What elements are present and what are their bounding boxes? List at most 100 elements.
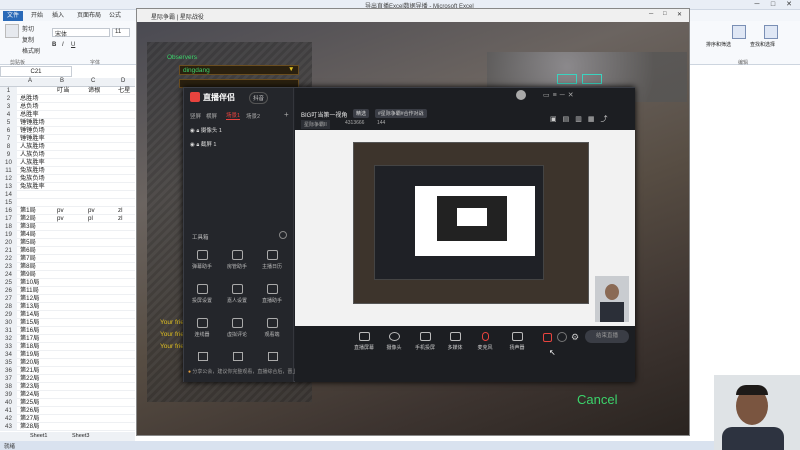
table-cell[interactable]: 第27局 [20,415,39,423]
row-number[interactable]: 14 [0,191,17,199]
table-cell[interactable]: 第3局 [20,223,36,231]
find-select-icon[interactable] [764,25,778,39]
row-number[interactable]: 31 [0,327,17,335]
table-cell[interactable]: 锤锤负场 [20,127,45,135]
table-cell[interactable]: 第5局 [20,239,36,247]
table-cell[interactable]: 七星 [118,87,130,95]
row-number[interactable]: 17 [0,215,17,223]
record-icon[interactable] [543,333,552,342]
row-number[interactable]: 30 [0,319,17,327]
table-cell[interactable]: zl [118,207,122,215]
tab-file[interactable]: 文件 [3,11,24,21]
copy-button[interactable]: 复制 [22,35,34,44]
title-badge[interactable]: 精选 [353,109,370,118]
table-cell[interactable]: 第7局 [20,255,36,263]
find-select-button[interactable]: 查找和选择 [750,41,775,48]
format-painter-button[interactable]: 格式刷 [22,46,40,55]
column-header[interactable]: B [60,78,64,84]
row-number[interactable]: 8 [0,143,17,151]
row-number[interactable]: 12 [0,175,17,183]
source-item[interactable]: ◉ 🔒︎ 摄像头 1 [190,126,222,135]
table-cell[interactable]: 兔族负场 [20,175,45,183]
table-cell[interactable]: 第19局 [20,351,39,359]
table-cell[interactable]: 第23局 [20,383,39,391]
row-number[interactable]: 19 [0,231,17,239]
lock-icon[interactable]: ▤ [563,116,576,123]
row-number[interactable]: 35 [0,359,17,367]
observer-dropdown[interactable]: dingdang ▼ [179,65,299,75]
row-number[interactable]: 5 [0,119,17,127]
lock-icon[interactable]: 🔒︎ [196,128,199,134]
worksheet[interactable]: 1 叮当 谛根 七星 2 总胜场 3 总负场 4 总胜率 5 锤锤胜场 6 锤锤负场 7 锤锤胜率 8 人族胜场 9… [0,87,135,432]
tool-virtual-comment[interactable]: 虚拟评论 [222,318,252,338]
table-cell[interactable]: 第2局 [20,215,36,223]
minimize-icon[interactable]: ─ [560,92,568,99]
row-number[interactable]: 21 [0,247,17,255]
add-scene-icon[interactable]: + [284,110,289,119]
row-number[interactable]: 15 [0,199,17,207]
row-number[interactable]: 9 [0,151,17,159]
row-number[interactable]: 41 [0,407,17,415]
row-number[interactable]: 2 [0,95,17,103]
bold-button[interactable]: B [52,42,56,48]
row-number[interactable]: 34 [0,351,17,359]
end-live-button[interactable]: 结束直播 [585,330,629,343]
tab-formulas[interactable]: 公式 [105,11,125,21]
table-cell[interactable]: 总胜率 [20,111,39,119]
share-icon[interactable]: ⤴ [601,116,614,123]
table-cell[interactable]: 锤锤胜场 [20,119,45,127]
row-number[interactable]: 18 [0,223,17,231]
table-cell[interactable]: 第4局 [20,231,36,239]
avatar[interactable] [516,90,526,100]
tool-cast[interactable]: 投屏设置 [187,284,217,304]
eye-icon[interactable]: ◉ [190,142,195,148]
table-cell[interactable]: 第21局 [20,367,39,375]
row-number[interactable]: 23 [0,263,17,271]
row-number[interactable]: 10 [0,159,17,167]
row-number[interactable]: 38 [0,383,17,391]
row-number[interactable]: 13 [0,183,17,191]
row-number[interactable]: 27 [0,295,17,303]
sheet-tab-3[interactable]: Sheet3 [72,433,89,439]
row-number[interactable]: 25 [0,279,17,287]
menu-icon[interactable]: ≡ [553,92,560,99]
table-cell[interactable]: 第16局 [20,327,39,335]
close-icon[interactable]: ✕ [677,11,682,18]
collapse-icon[interactable] [279,231,287,239]
table-cell[interactable]: zl [118,215,122,223]
font-name-select[interactable]: 宋体 [52,28,110,38]
lock-icon[interactable]: 🔒︎ [196,142,199,148]
table-cell[interactable]: 谛根 [88,87,100,95]
tool-live-helper[interactable]: 直播助手 [257,284,287,304]
row-number[interactable]: 20 [0,239,17,247]
topic-tag[interactable]: #星际争霸#合作对战 [375,109,427,118]
row-number[interactable]: 1 [0,87,17,95]
shop-icon[interactable]: ▦ [588,116,601,123]
row-number[interactable]: 36 [0,367,17,375]
table-cell[interactable]: 总负场 [20,103,39,111]
paste-icon[interactable] [5,24,19,38]
row-number[interactable]: 40 [0,399,17,407]
cut-button[interactable]: 剪切 [22,24,34,33]
row-number[interactable]: 22 [0,255,17,263]
tool-danmaku[interactable]: 弹幕助手 [187,250,217,270]
close-icon[interactable]: ✕ [782,0,796,10]
table-cell[interactable]: 第14局 [20,311,39,319]
underline-button[interactable]: U [71,42,75,48]
tool-viewer[interactable]: 观看端 [257,318,287,338]
minimize-icon[interactable]: ─ [649,11,653,17]
row-number[interactable]: 37 [0,375,17,383]
share-icon[interactable]: ▭ [543,92,553,99]
row-number[interactable]: 6 [0,127,17,135]
table-cell[interactable]: 叮当 [57,87,69,95]
table-cell[interactable]: 第25局 [20,399,39,407]
column-header[interactable]: A [28,78,32,84]
table-cell[interactable]: 第10局 [20,279,39,287]
settings-icon[interactable]: ⚙ [571,332,579,343]
table-cell[interactable]: 兔族胜率 [20,183,45,191]
table-cell[interactable]: 人族负场 [20,151,45,159]
tab-scene-1[interactable]: 场景1 [226,111,241,120]
table-cell[interactable]: 第15局 [20,319,39,327]
row-number[interactable]: 3 [0,103,17,111]
name-box[interactable]: C21 [0,66,72,77]
